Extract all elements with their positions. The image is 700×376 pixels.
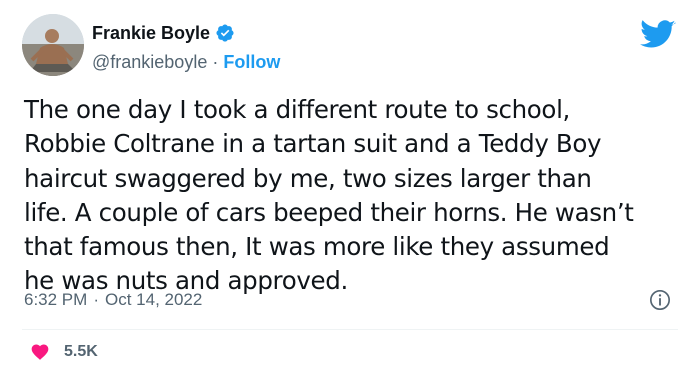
like-button[interactable]: 5.5K (30, 341, 98, 363)
author-name-row: Frankie Boyle (92, 22, 235, 44)
author-display-name[interactable]: Frankie Boyle (92, 22, 210, 44)
tweet-date[interactable]: Oct 14, 2022 (105, 290, 202, 310)
author-handle-row: @frankieboyle · Follow (92, 51, 280, 73)
info-icon[interactable] (649, 289, 671, 311)
avatar-image (22, 14, 84, 76)
tweet-time[interactable]: 6:32 PM (24, 290, 87, 310)
follow-button[interactable]: Follow (223, 51, 280, 73)
author-handle[interactable]: @frankieboyle (92, 51, 207, 73)
tweet-text: The one day I took a different route to … (24, 95, 634, 296)
tweet-card: Frankie Boyle @frankieboyle · Follow The… (0, 0, 700, 376)
avatar[interactable] (22, 14, 84, 76)
divider (22, 329, 678, 330)
tweet-timestamp[interactable]: 6:32 PM · Oct 14, 2022 (24, 290, 202, 310)
verified-badge-icon (216, 24, 234, 42)
handle-separator: · (212, 52, 219, 72)
heart-icon[interactable] (30, 342, 50, 362)
likes-count: 5.5K (64, 343, 98, 360)
twitter-bird-icon[interactable] (640, 20, 676, 50)
timestamp-separator: · (93, 290, 99, 309)
